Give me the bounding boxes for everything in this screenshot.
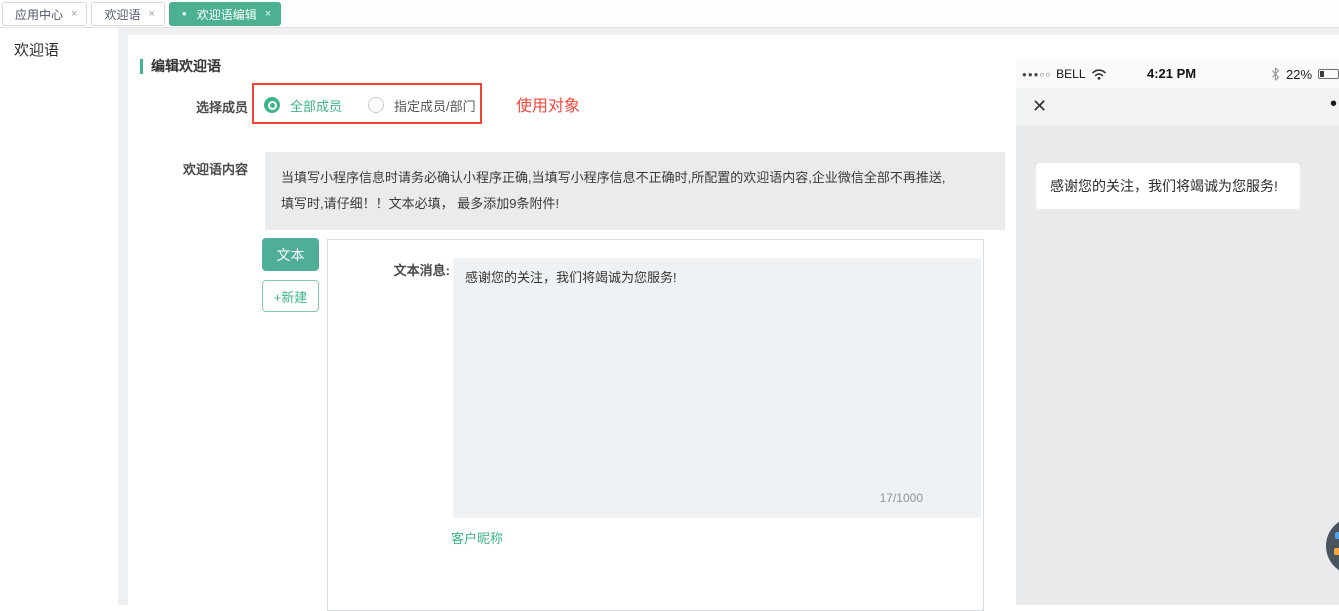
- status-left-cluster: ●●●○○ BELL: [1022, 60, 1107, 88]
- customer-nickname-link[interactable]: 客户昵称: [451, 528, 503, 547]
- member-radio-group: 全部成员 指定成员/部门: [264, 95, 476, 115]
- sidebar-item-welcome[interactable]: 欢迎语: [0, 28, 118, 60]
- phone-preview: ●●●○○ BELL 4:21 PM 22% ✕: [1016, 32, 1339, 605]
- close-icon: ✕: [1032, 95, 1047, 117]
- phone-nav-bar: ✕ •: [1016, 88, 1339, 125]
- radio-specified-members[interactable]: 指定成员/部门: [368, 96, 476, 115]
- status-time: 4:21 PM: [1147, 66, 1196, 81]
- active-dot-icon: ●: [182, 10, 187, 18]
- radio-all-members-label[interactable]: 全部成员: [290, 96, 342, 115]
- radio-selected-icon[interactable]: [264, 97, 280, 113]
- battery-icon: [1318, 69, 1339, 79]
- radio-unselected-icon[interactable]: [368, 97, 384, 113]
- tab-app-center[interactable]: 应用中心 ×: [2, 2, 87, 26]
- tab-bar: 应用中心 × 欢迎语 × ● 欢迎语编辑 ×: [0, 0, 1339, 28]
- section-accent-bar: [140, 59, 143, 74]
- text-message-label: 文本消息:: [368, 260, 450, 279]
- tab-close-icon[interactable]: ×: [148, 8, 154, 20]
- content-label: 欢迎语内容: [158, 159, 248, 178]
- notice-line-1: 当填写小程序信息时请务必确认小程序正确,当填写小程序信息不正确时,所配置的欢迎语…: [281, 165, 989, 191]
- section-header: 编辑欢迎语: [140, 56, 221, 76]
- tab-label: 欢迎语编辑: [197, 6, 257, 23]
- radio-specified-members-label[interactable]: 指定成员/部门: [394, 96, 476, 115]
- wifi-icon: [1091, 68, 1107, 80]
- sidebar: 欢迎语: [0, 28, 118, 605]
- tab-welcome-edit[interactable]: ● 欢迎语编辑 ×: [169, 2, 281, 26]
- help-widget-icon: [1335, 532, 1339, 539]
- add-new-button[interactable]: +新建: [262, 280, 319, 312]
- tab-label: 欢迎语: [104, 6, 140, 23]
- section-title: 编辑欢迎语: [151, 56, 221, 76]
- signal-dots-icon: ●●●○○: [1022, 70, 1051, 79]
- phone-status-bar: ●●●○○ BELL 4:21 PM 22%: [1016, 60, 1339, 88]
- menu-dot-icon: •: [1330, 93, 1337, 116]
- notice-box: 当填写小程序信息时请务必确认小程序正确,当填写小程序信息不正确时,所配置的欢迎语…: [265, 152, 1005, 230]
- char-counter: 17/1000: [880, 488, 923, 508]
- text-type-tab[interactable]: 文本: [262, 238, 319, 271]
- tab-label: 应用中心: [15, 6, 63, 23]
- battery-percent: 22%: [1286, 67, 1312, 82]
- message-textarea[interactable]: 感谢您的关注，我们将竭诚为您服务! 17/1000: [453, 258, 981, 518]
- carrier-name: BELL: [1056, 67, 1085, 81]
- bluetooth-icon: [1271, 67, 1280, 81]
- tab-close-icon[interactable]: ×: [265, 8, 271, 20]
- member-select-label: 选择成员: [158, 97, 248, 116]
- radio-all-members[interactable]: 全部成员: [264, 96, 342, 115]
- phone-chat-area: 感谢您的关注，我们将竭诚为您服务!: [1016, 125, 1339, 605]
- chat-bubble: 感谢您的关注，我们将竭诚为您服务!: [1036, 163, 1300, 209]
- message-editor-panel: 文本消息: 感谢您的关注，我们将竭诚为您服务! 17/1000 客户昵称: [327, 239, 984, 611]
- message-text: 感谢您的关注，我们将竭诚为您服务!: [465, 270, 677, 285]
- status-right-cluster: 22%: [1271, 60, 1339, 88]
- annotation-text: 使用对象: [516, 92, 580, 116]
- tab-close-icon[interactable]: ×: [71, 8, 77, 20]
- notice-line-2: 填写时,请仔细！！文本必填， 最多添加9条附件!: [281, 191, 989, 217]
- help-widget-icon: [1334, 548, 1339, 555]
- tab-welcome[interactable]: 欢迎语 ×: [91, 2, 164, 26]
